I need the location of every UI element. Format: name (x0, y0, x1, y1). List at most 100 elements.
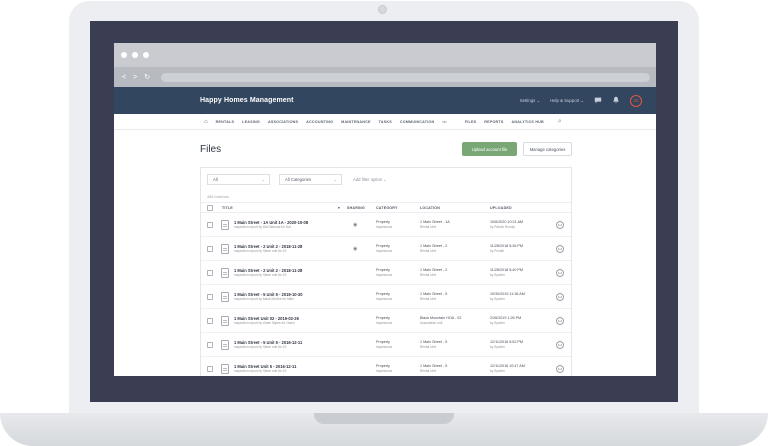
company-name[interactable]: Happy Homes Management (200, 97, 294, 104)
row-checkbox[interactable] (207, 270, 213, 276)
file-description: Inspection report by Steve unit for 1S (234, 249, 287, 253)
manage-categories-button[interactable]: Manage categories (523, 142, 572, 156)
shared-icon: ◉ (353, 222, 358, 228)
nav-item-accounting[interactable]: ACCOUNTING (306, 120, 333, 124)
location-name[interactable]: 1 Main Street - 1A (420, 220, 450, 224)
location-type: Rental Unit (420, 249, 436, 253)
uploaded-date: 10/6/2020 10:21 AM (490, 220, 524, 224)
nav-item-leasing[interactable]: LEASING (242, 120, 260, 124)
file-icon (221, 364, 229, 374)
column-location[interactable]: LOCATION (420, 206, 440, 210)
home-icon[interactable]: ⌂ (204, 119, 208, 125)
more-options-icon[interactable]: ••• (556, 245, 564, 253)
category-secondary: Inspections (376, 273, 393, 277)
filter-bar: All ⌄ All Categories ⌄ Add filter option… (207, 174, 387, 185)
help-menu[interactable]: Help & Support ⌄ (550, 98, 584, 104)
window-close-dot[interactable] (121, 52, 127, 58)
table-row[interactable]: 1 Main Street - 2 Unit 2 - 2018-11-28 Ins… (201, 238, 571, 261)
column-title[interactable]: TITLE (222, 206, 233, 210)
table-row[interactable]: 1 Main Street - 5 Unit 5 - 2019-10-30 Ins… (201, 286, 571, 309)
page-title: Files (200, 144, 222, 155)
search-icon[interactable]: ⌕ (558, 118, 562, 126)
nav-item-tasks[interactable]: TASKS (379, 120, 392, 124)
category-select[interactable]: All Categories ⌄ (279, 174, 342, 185)
nav-item-files[interactable]: FILES (465, 120, 476, 124)
file-description: Inspection report by Owen Myers for Owen (234, 321, 295, 325)
back-icon[interactable]: < (122, 74, 126, 81)
files-table-card: All ⌄ All Categories ⌄ Add filter option… (200, 167, 572, 376)
column-category[interactable]: CATEGORY (376, 206, 398, 210)
more-options-icon[interactable]: ••• (556, 221, 564, 229)
table-row[interactable]: 1 Main Street - 2 Unit 2 - 2018-11-28 Ins… (201, 262, 571, 285)
more-options-icon[interactable]: ••• (556, 341, 564, 349)
uploaded-date: 12/11/2016 5:52 PM (490, 340, 523, 344)
location-type: Rental Unit (420, 369, 436, 373)
nav-item-more[interactable]: ••• (442, 120, 446, 124)
location-name[interactable]: 1 Main Street - 5 (420, 340, 447, 344)
uploaded-date: 12/11/2016 10:47 AM (490, 364, 525, 368)
more-options-icon[interactable]: ••• (556, 293, 564, 301)
chat-icon[interactable] (594, 96, 602, 106)
more-options-icon[interactable]: ••• (556, 365, 564, 373)
uploaded-by: by System (490, 345, 505, 349)
location-name[interactable]: Black Mountain HOA - 02 (420, 316, 461, 320)
nav-item-maintenance[interactable]: MAINTENANCE (341, 120, 370, 124)
nav-item-reports[interactable]: REPORTS (484, 120, 503, 124)
uploaded-date: 11/28/2018 5:36 PM (490, 244, 523, 248)
row-checkbox[interactable] (207, 222, 213, 228)
category-secondary: Inspections (376, 249, 393, 253)
row-checkbox[interactable] (207, 318, 213, 324)
app-header: Happy Homes Management Settings ⌄ Help &… (114, 87, 656, 114)
avatar[interactable]: JG (630, 94, 642, 107)
table-row[interactable]: 1 Main Street Unit 5 - 2016-12-11 Inspect… (201, 358, 571, 376)
more-options-icon[interactable]: ••• (556, 269, 564, 277)
browser-toolbar: < > ↻ (114, 67, 656, 87)
laptop-base-notch (314, 413, 454, 424)
camera-icon (378, 5, 387, 14)
nav-item-rentals[interactable]: RENTALS (216, 120, 235, 124)
category-primary: Property (376, 220, 390, 224)
row-checkbox[interactable] (207, 342, 213, 348)
location-name[interactable]: 1 Main Street - 2 (420, 244, 447, 248)
category-primary: Property (376, 340, 390, 344)
sort-arrow-icon[interactable]: ▾ (338, 206, 340, 210)
uploaded-date: 2/26/2019 1:26 PM (490, 316, 522, 320)
window-maximize-dot[interactable] (143, 52, 149, 58)
category-primary: Property (376, 364, 390, 368)
scope-select[interactable]: All ⌄ (207, 174, 270, 185)
location-name[interactable]: 1 Main Street - 5 (420, 364, 447, 368)
reload-icon[interactable]: ↻ (144, 74, 150, 81)
table-row[interactable]: 1 Main Street Unit 02 - 2019-02-26 Inspec… (201, 310, 571, 333)
add-filter-link[interactable]: Add filter option ⌄ (353, 177, 387, 182)
column-uploaded[interactable]: UPLOADED (490, 206, 512, 210)
file-description: Inspection report by Steve unit for 1S (234, 345, 287, 349)
chevron-down-icon: ⌄ (333, 177, 337, 182)
column-sharing[interactable]: SHARING (347, 206, 365, 210)
category-secondary: Inspections (376, 225, 393, 229)
nav-item-analytics-hub[interactable]: ANALYTICS HUB (512, 120, 544, 124)
location-name[interactable]: 1 Main Street - 2 (420, 268, 447, 272)
forward-icon[interactable]: > (133, 74, 137, 81)
more-options-icon[interactable]: ••• (556, 317, 564, 325)
select-all-checkbox[interactable] (207, 205, 213, 211)
nav-item-communication[interactable]: COMMUNICATION (400, 120, 435, 124)
window-minimize-dot[interactable] (132, 52, 138, 58)
shared-icon: ◉ (353, 246, 358, 252)
location-name[interactable]: 1 Main Street - 5 (420, 292, 447, 296)
file-icon (221, 340, 229, 350)
row-checkbox[interactable] (207, 294, 213, 300)
address-bar[interactable] (161, 72, 651, 82)
table-row[interactable]: 1 Main Street - 5 Unit 5 - 2016-12-11 Ins… (201, 334, 571, 357)
results-count: 456 matches (207, 195, 229, 199)
settings-menu[interactable]: Settings ⌄ (520, 98, 540, 104)
category-select-value: All Categories (285, 177, 312, 182)
scope-select-value: All (213, 177, 218, 182)
table-row[interactable]: 1 Main Street - 1A Unit 1A - 2020-10-08 I… (201, 214, 571, 237)
bell-icon[interactable] (612, 96, 620, 106)
upload-account-file-button[interactable]: Upload account file (462, 142, 517, 156)
uploaded-date: 10/30/2019 11:36 AM (490, 292, 525, 296)
location-type: Rental Unit (420, 345, 436, 349)
row-checkbox[interactable] (207, 246, 213, 252)
nav-item-associations[interactable]: ASSOCIATIONS (268, 120, 298, 124)
row-checkbox[interactable] (207, 366, 213, 372)
